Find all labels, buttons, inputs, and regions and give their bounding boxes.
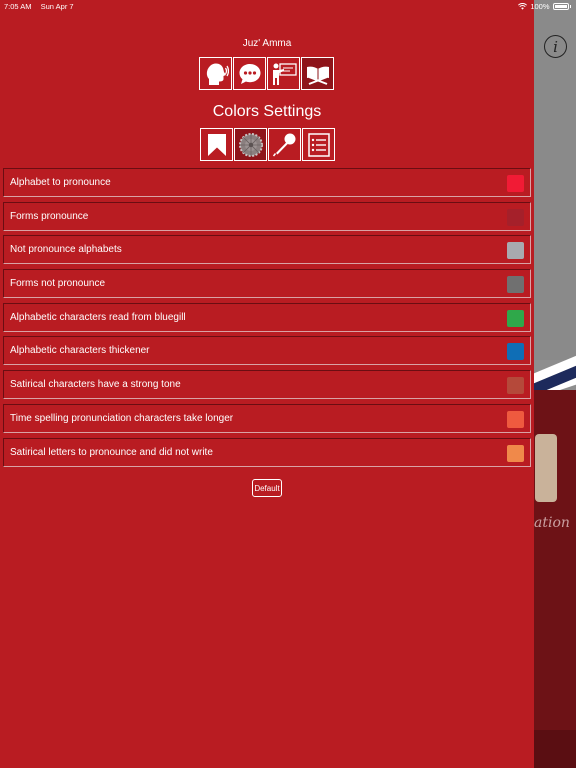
color-swatch[interactable]	[507, 410, 524, 428]
pronunciation-button[interactable]	[199, 57, 232, 90]
color-setting-label: Time spelling pronunciation characters t…	[10, 412, 234, 424]
color-setting-label: Forms pronounce	[10, 210, 89, 222]
color-swatch[interactable]	[507, 242, 524, 260]
color-setting-label: Not pronounce alphabets	[10, 244, 122, 256]
color-setting-row[interactable]: Forms not pronounce	[3, 269, 531, 299]
color-swatch[interactable]	[507, 175, 524, 192]
color-swatch[interactable]	[507, 343, 524, 361]
wifi-icon	[518, 3, 528, 10]
color-setting-row[interactable]: Satirical characters have a strong tone	[3, 370, 531, 400]
background-script-text: ation	[534, 515, 570, 531]
status-bar: 7:05 AM Sun Apr 7 100%	[0, 0, 576, 12]
chat-button[interactable]	[233, 57, 266, 90]
color-setting-label: Alphabetic characters thickener	[10, 345, 150, 357]
color-setting-row[interactable]: Forms pronounce	[3, 201, 531, 231]
teacher-board-icon	[272, 62, 297, 85]
color-setting-row[interactable]: Alphabetic characters read from bluegill	[3, 302, 531, 332]
speech-bubble-icon	[239, 63, 260, 84]
color-setting-label: Satirical characters have a strong tone	[10, 379, 181, 391]
settings-tab-bar	[200, 128, 336, 161]
color-setting-row[interactable]: Satirical letters to pronounce and did n…	[3, 437, 531, 467]
status-time: 7:05 AM	[4, 2, 32, 11]
battery-tip	[569, 5, 571, 8]
bookmark-icon	[207, 133, 226, 156]
background-thumbnail	[535, 434, 557, 502]
color-wheel-icon	[238, 132, 263, 157]
microphone-icon	[272, 133, 295, 156]
color-settings-list: Alphabet to pronounce Forms pronounce No…	[3, 168, 531, 471]
section-title: Colors Settings	[212, 103, 322, 120]
tab-list[interactable]	[302, 128, 335, 161]
app-title: Juz' Amma	[242, 38, 292, 49]
color-setting-label: Alphabetic characters read from bluegill	[10, 311, 186, 323]
color-setting-row[interactable]: Alphabetic characters thickener	[3, 336, 531, 366]
battery-percent: 100%	[530, 2, 550, 11]
top-icon-bar	[199, 57, 335, 90]
color-setting-label: Alphabet to pronounce	[10, 177, 111, 188]
background-stripes	[530, 355, 576, 400]
color-swatch[interactable]	[507, 309, 524, 327]
color-swatch[interactable]	[507, 444, 524, 462]
battery-icon	[552, 3, 569, 10]
open-quran-icon	[306, 66, 329, 85]
tab-colors[interactable]	[234, 128, 267, 161]
list-icon	[307, 132, 330, 157]
color-setting-row[interactable]: Not pronounce alphabets	[3, 235, 531, 265]
color-swatch[interactable]	[507, 276, 524, 294]
color-setting-label: Forms not pronounce	[10, 278, 106, 290]
background-bottom-bar	[530, 730, 576, 768]
status-date: Sun Apr 7	[40, 2, 74, 11]
lesson-button[interactable]	[267, 57, 300, 90]
tab-bookmarks[interactable]	[200, 128, 233, 161]
color-setting-label: Satirical letters to pronounce and did n…	[10, 446, 213, 458]
color-setting-row[interactable]: Alphabet to pronounce	[3, 168, 531, 197]
settings-panel: Juz' Amma Colors Settings Alphabet to pr…	[0, 0, 534, 768]
default-button[interactable]: Default	[252, 479, 282, 497]
info-icon: i	[553, 37, 558, 56]
tab-recording[interactable]	[268, 128, 301, 161]
speaking-head-icon	[206, 63, 229, 85]
color-swatch[interactable]	[507, 208, 524, 226]
info-button[interactable]: i	[544, 35, 567, 58]
color-swatch[interactable]	[507, 377, 524, 395]
quran-button[interactable]	[301, 57, 334, 90]
color-setting-row[interactable]: Time spelling pronunciation characters t…	[3, 403, 531, 433]
